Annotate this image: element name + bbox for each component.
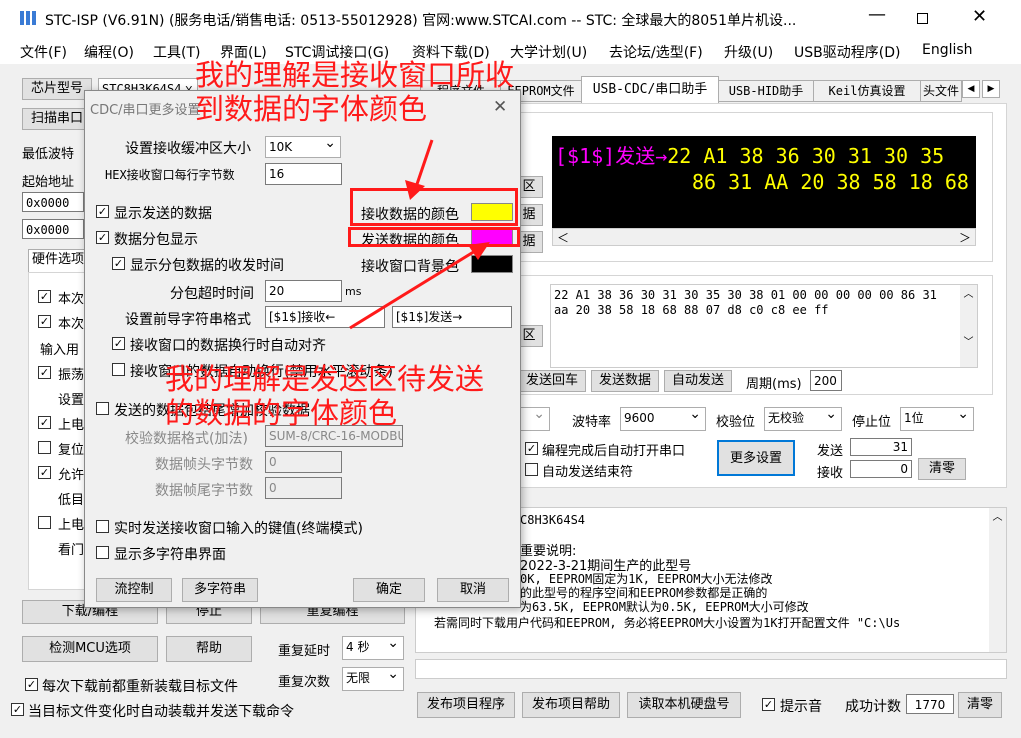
arrow-down-head [468, 242, 490, 260]
annotation-bottom: 我的理解是发送区待发送的数据的字体颜色 [165, 362, 485, 430]
arrow-up-head [405, 180, 425, 200]
annotation-top: 我的理解是接收窗口所收到数据的字体颜色 [195, 58, 515, 126]
arrow-up-line [413, 139, 434, 191]
arrow-down-line [349, 246, 481, 330]
